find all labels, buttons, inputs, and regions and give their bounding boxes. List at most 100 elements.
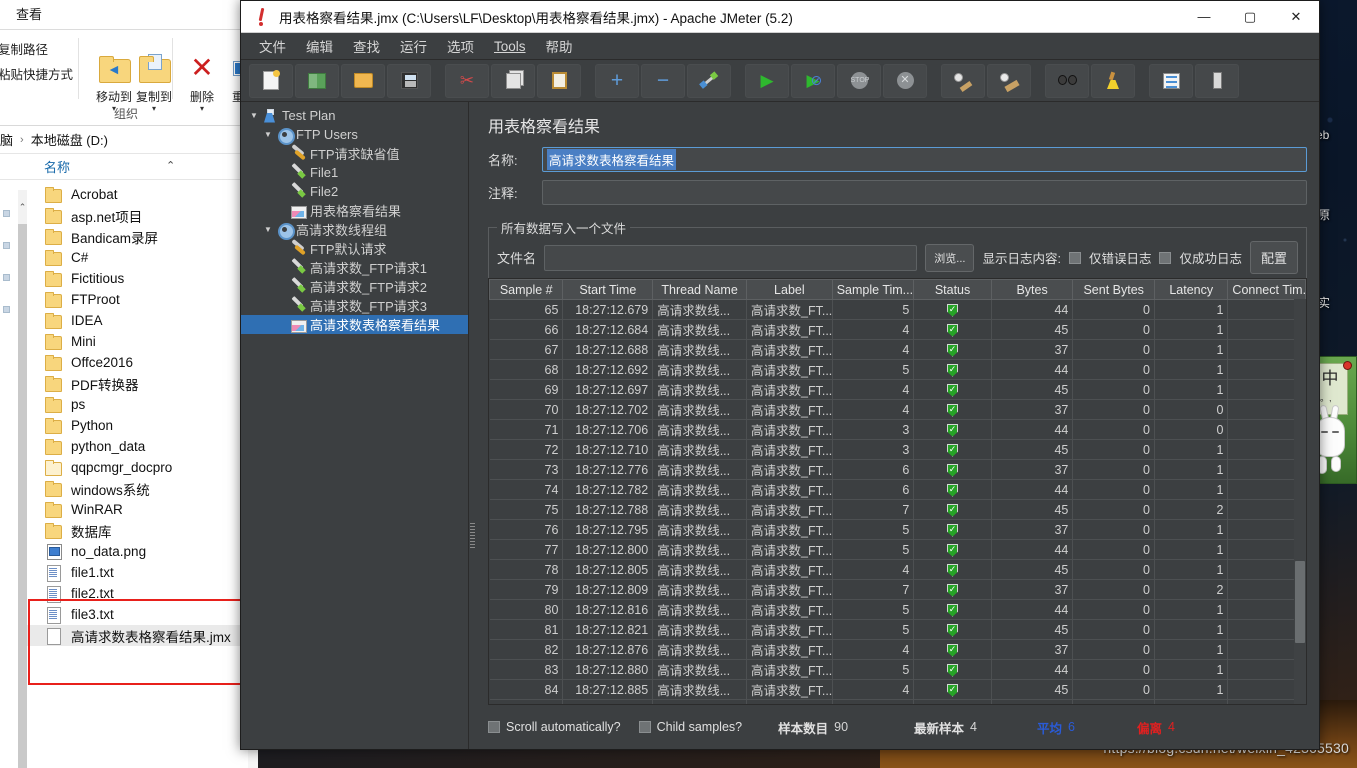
tree-node[interactable]: 高请求数_FTP请求2	[241, 277, 468, 296]
table-row[interactable]: 7918:27:12.809高请求数线...高请求数_FT...737020	[489, 579, 1306, 600]
menu-item-options[interactable]: 选项	[437, 33, 484, 59]
table-row[interactable]: 7518:27:12.788高请求数线...高请求数_FT...745020	[489, 499, 1306, 520]
explorer-list-item[interactable]: Python	[0, 415, 248, 436]
explorer-list-item[interactable]: file3.txt	[0, 604, 248, 625]
column-header[interactable]: Start Time	[562, 279, 654, 300]
child-samples-checkbox[interactable]	[638, 721, 651, 733]
success-only-checkbox[interactable]	[1159, 251, 1172, 264]
menu-item-search[interactable]: 查找	[343, 33, 390, 59]
menu-item-file[interactable]: 文件	[249, 33, 296, 59]
save-icon[interactable]	[387, 63, 431, 98]
browse-button[interactable]: 浏览...	[925, 243, 975, 272]
table-row[interactable]: 8118:27:12.821高请求数线...高请求数_FT...545010	[489, 619, 1306, 640]
explorer-nav-pane-scroll[interactable]: ⌃	[0, 190, 27, 768]
clear-icon[interactable]	[941, 63, 985, 98]
clear-all-icon[interactable]	[987, 63, 1031, 98]
explorer-list-item[interactable]: Bandicam录屏	[0, 226, 248, 247]
nav-scroll-up-icon[interactable]: ⌃	[18, 190, 27, 224]
explorer-list-item[interactable]: FTProot	[0, 289, 248, 310]
copy-icon[interactable]	[491, 63, 535, 98]
toggle-icon[interactable]	[687, 63, 731, 98]
test-plan-tree[interactable]: ▼ Test Plan ▼ FTP Users FTP请求缺省值 File1 File2 用表…	[241, 102, 469, 749]
column-header-name[interactable]: 名称	[44, 157, 70, 176]
table-row[interactable]: 7218:27:12.710高请求数线...高请求数_FT...345010	[489, 439, 1306, 460]
collapse-icon[interactable]: −	[641, 63, 685, 98]
table-vertical-scrollbar[interactable]	[1294, 299, 1306, 704]
explorer-list-item[interactable]: 数据库	[0, 520, 248, 541]
reset-search-icon[interactable]	[1091, 63, 1135, 98]
configure-button[interactable]: 配置	[1249, 241, 1298, 274]
table-row[interactable]: 6818:27:12.692高请求数线...高请求数_FT...544010	[489, 359, 1306, 380]
results-table[interactable]: Sample # Start Time Thread Name Label Sample…	[489, 279, 1306, 704]
menu-item-help[interactable]: 帮助	[536, 33, 583, 59]
table-row[interactable]: 7618:27:12.795高请求数线...高请求数_FT...537010	[489, 519, 1306, 540]
results-table-container[interactable]: Sample # Start Time Thread Name Label Sample…	[488, 278, 1307, 705]
table-row[interactable]: 6718:27:12.688高请求数线...高请求数_FT...437010	[489, 339, 1306, 360]
nav-scroll-thumb[interactable]	[18, 224, 27, 768]
explorer-list-item[interactable]: C#	[0, 247, 248, 268]
explorer-list-item[interactable]: Mini	[0, 331, 248, 352]
success-only-label[interactable]: 仅成功日志	[1179, 248, 1242, 267]
tree-node[interactable]: FTP请求缺省值	[241, 144, 468, 163]
column-header[interactable]: Sample #	[489, 279, 564, 300]
menu-item-edit[interactable]: 编辑	[296, 33, 343, 59]
jmeter-titlebar[interactable]: 用表格察看结果.jmx (C:\Users\LF\Desktop\用表格察看结果…	[241, 1, 1319, 33]
close-button[interactable]: ✕	[1273, 1, 1319, 32]
column-header[interactable]: Sample Tim...	[831, 279, 915, 300]
menu-item-run[interactable]: 运行	[390, 33, 437, 59]
paste-icon[interactable]	[537, 63, 581, 98]
explorer-list-item[interactable]: file1.txt	[0, 562, 248, 583]
templates-icon[interactable]	[295, 63, 339, 98]
table-row[interactable]: 7018:27:12.702高请求数线...高请求数_FT...437000	[489, 399, 1306, 420]
tree-node[interactable]: FTP默认请求	[241, 239, 468, 258]
splitter-grip[interactable]	[470, 522, 475, 548]
explorer-list-item[interactable]: WinRAR	[0, 499, 248, 520]
name-input[interactable]: 高请求数表格察看结果	[542, 147, 1307, 172]
column-header[interactable]: Bytes	[990, 279, 1074, 300]
errors-only-label[interactable]: 仅错误日志	[1089, 248, 1152, 267]
explorer-list-item[interactable]: Offce2016	[0, 352, 248, 373]
explorer-list-item[interactable]: 高请求数表格察看结果.jmx	[0, 625, 248, 646]
minimize-button[interactable]: —	[1181, 1, 1227, 32]
breadcrumb-item-1[interactable]: 本地磁盘 (D:)	[31, 130, 108, 149]
explorer-list-item[interactable]: ps	[0, 394, 248, 415]
column-header[interactable]: Sent Bytes	[1072, 279, 1155, 300]
column-header[interactable]: Connect Tim...	[1227, 279, 1306, 300]
table-row[interactable]: 7418:27:12.782高请求数线...高请求数_FT...644010	[489, 479, 1306, 500]
table-row[interactable]: 7118:27:12.706高请求数线...高请求数_FT...344000	[489, 419, 1306, 440]
tree-node[interactable]: ▼ Test Plan	[241, 106, 468, 125]
table-row[interactable]: 8418:27:12.885高请求数线...高请求数_FT...445010	[489, 679, 1306, 700]
new-icon[interactable]	[249, 63, 293, 98]
tree-node[interactable]: ▼ 高请求数线程组	[241, 220, 468, 240]
table-scroll-thumb[interactable]	[1295, 561, 1305, 643]
breadcrumb-item-0[interactable]: 脑	[0, 130, 13, 149]
ribbon-copy-path[interactable]: 复制路径	[0, 36, 84, 61]
explorer-list-item[interactable]: no_data.png	[0, 541, 248, 562]
tree-node[interactable]: 用表格察看结果	[241, 201, 468, 220]
column-header[interactable]: Label	[746, 279, 833, 300]
table-row[interactable]: 7318:27:12.776高请求数线...高请求数_FT...637010	[489, 459, 1306, 480]
errors-only-checkbox[interactable]	[1068, 251, 1081, 264]
expand-icon[interactable]: +	[595, 63, 639, 98]
child-samples-label[interactable]: Child samples?	[657, 720, 742, 734]
explorer-list-item[interactable]: python_data	[0, 436, 248, 457]
explorer-list-item[interactable]: qqpcmgr_docpro	[0, 457, 248, 478]
ribbon-tab-view[interactable]: 查看	[6, 0, 52, 29]
explorer-file-list[interactable]: Acrobat asp.net项目 Bandicam录屏 C# Fictitious FT…	[0, 180, 248, 768]
table-row[interactable]: 7718:27:12.800高请求数线...高请求数_FT...544010	[489, 539, 1306, 560]
table-row[interactable]: 8218:27:12.876高请求数线...高请求数_FT...437010	[489, 639, 1306, 660]
explorer-list-item[interactable]: IDEA	[0, 310, 248, 331]
jmeter-menubar[interactable]: 文件 编辑 查找 运行 选项 Tools 帮助	[241, 33, 1319, 60]
table-row[interactable]: 8518:27:12.889高请求数线...高请求数_FT...537010	[489, 699, 1306, 704]
table-row[interactable]: 6618:27:12.684高请求数线...高请求数_FT...445010	[489, 319, 1306, 340]
expand-collapse-icon[interactable]: ▼	[247, 111, 261, 120]
ribbon-paste-shortcut[interactable]: 粘贴快捷方式	[0, 61, 84, 86]
breadcrumb[interactable]: 脑 › 本地磁盘 (D:)	[0, 126, 258, 154]
menu-item-tools[interactable]: Tools	[484, 36, 536, 57]
expand-collapse-icon[interactable]: ▼	[261, 225, 275, 234]
maximize-button[interactable]: ▢	[1227, 1, 1273, 32]
explorer-column-header[interactable]: 名称 ⌃	[0, 154, 258, 180]
explorer-list-item[interactable]: Acrobat	[0, 184, 248, 205]
start-no-timers-icon[interactable]: ▶ ⊘	[791, 63, 835, 98]
tree-node[interactable]: 高请求数表格察看结果	[241, 315, 468, 334]
